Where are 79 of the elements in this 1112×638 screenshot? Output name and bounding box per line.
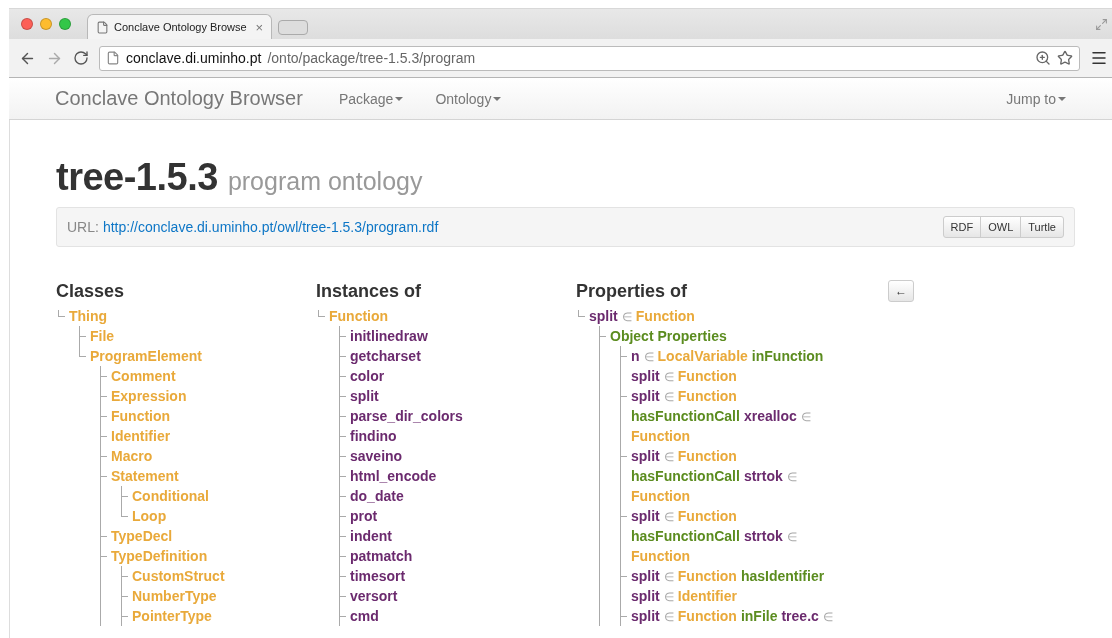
star-icon[interactable]: [1057, 50, 1073, 66]
instance-link[interactable]: color: [350, 368, 385, 384]
instance-link[interactable]: indent: [350, 528, 392, 544]
instance-link[interactable]: timesort: [350, 568, 406, 584]
page-icon: [96, 20, 109, 34]
instance-link[interactable]: split: [631, 388, 660, 404]
member-symbol: ∈: [663, 590, 674, 604]
instance-link[interactable]: cmd: [350, 608, 379, 624]
member-symbol: ∈: [786, 470, 797, 484]
format-button[interactable]: RDF: [942, 216, 982, 238]
tab-title: Conclave Ontology Browse: [114, 21, 248, 33]
property-label: hasFunctionCall: [631, 408, 740, 424]
brand-link[interactable]: Conclave Ontology Browser: [55, 87, 303, 110]
member-symbol: ∈: [786, 530, 797, 544]
nav-menu[interactable]: Package: [338, 90, 404, 107]
instance-link[interactable]: split: [631, 368, 660, 384]
tab-close-button[interactable]: ×: [255, 19, 263, 35]
member-symbol: ∈: [800, 410, 811, 424]
member-symbol: ∈: [663, 610, 674, 624]
member-symbol: ∈: [822, 610, 833, 624]
instance-link[interactable]: findino: [350, 428, 397, 444]
zoom-window-icon[interactable]: [59, 18, 71, 30]
member-symbol: ∈: [663, 570, 674, 584]
menu-icon[interactable]: [1090, 49, 1108, 67]
member-symbol: ∈: [663, 510, 674, 524]
instance-link[interactable]: initlinedraw: [350, 328, 428, 344]
browser-tab[interactable]: Conclave Ontology Browse ×: [87, 14, 272, 39]
instance-link[interactable]: saveino: [350, 448, 403, 464]
column-heading: Instances of: [316, 280, 423, 302]
format-button[interactable]: Turtle: [1020, 216, 1064, 238]
instance-link[interactable]: xrealloc: [743, 408, 797, 424]
instance-link[interactable]: strtok: [743, 528, 783, 544]
property-label: hasIdentifier: [740, 568, 825, 584]
property-label: hasFunctionCall: [631, 468, 740, 484]
address-host: conclave.di.uminho.pt: [126, 50, 262, 66]
instance-link[interactable]: split: [631, 448, 660, 464]
reload-icon[interactable]: [73, 50, 89, 66]
instance-link[interactable]: versort: [350, 588, 398, 604]
fullscreen-icon[interactable]: [1095, 17, 1108, 31]
instance-link[interactable]: split: [631, 508, 660, 524]
page-icon: [106, 51, 120, 65]
member-symbol: ∈: [663, 390, 674, 404]
member-symbol: ∈: [643, 350, 654, 364]
url-link[interactable]: http://conclave.di.uminho.pt/owl/tree-1.5.3/program.rdf: [102, 219, 940, 235]
url-label: URL:: [67, 219, 99, 235]
instance-link[interactable]: patmatch: [350, 548, 413, 564]
member-symbol: ∈: [663, 370, 674, 384]
property-label: inFile: [740, 608, 778, 624]
instance-link[interactable]: n: [631, 348, 640, 364]
instance-link[interactable]: strtok: [743, 468, 783, 484]
column-heading: Classes: [56, 280, 126, 302]
format-button[interactable]: OWL: [980, 216, 1022, 238]
instance-link[interactable]: split: [631, 568, 660, 584]
back-button[interactable]: ←: [888, 280, 914, 302]
member-symbol: ∈: [621, 310, 632, 324]
instance-link[interactable]: split: [631, 608, 660, 624]
address-field[interactable]: conclave.di.uminho.pt /onto/package/tree-1.5.3/program: [99, 45, 1080, 71]
page-title: tree-1.5.3 program ontology: [56, 156, 424, 199]
instance-link[interactable]: split: [350, 388, 379, 404]
nav-menu[interactable]: Jump to: [1006, 90, 1066, 107]
instance-link[interactable]: prot: [350, 508, 378, 524]
instance-link[interactable]: split: [589, 308, 618, 324]
property-label: inFunction: [751, 348, 824, 364]
close-window-icon[interactable]: [21, 18, 33, 30]
instance-link[interactable]: split: [631, 588, 660, 604]
minimize-window-icon[interactable]: [40, 18, 52, 30]
instance-link[interactable]: tree.c: [781, 608, 819, 624]
property-label: Object Properties: [610, 328, 727, 344]
new-tab-button[interactable]: [278, 20, 308, 35]
instance-link[interactable]: parse_dir_colors: [350, 408, 463, 424]
property-label: hasFunctionCall: [631, 528, 740, 544]
instance-link[interactable]: do_date: [350, 488, 404, 504]
instance-link[interactable]: html_encode: [350, 468, 437, 484]
zoom-icon[interactable]: [1035, 50, 1051, 66]
column-heading: Properties of: [576, 280, 689, 302]
nav-menu[interactable]: Ontology: [435, 90, 502, 107]
address-path: /onto/package/tree-1.5.3/program: [267, 50, 477, 66]
instance-link[interactable]: getcharset: [350, 348, 421, 364]
member-symbol: ∈: [663, 450, 674, 464]
